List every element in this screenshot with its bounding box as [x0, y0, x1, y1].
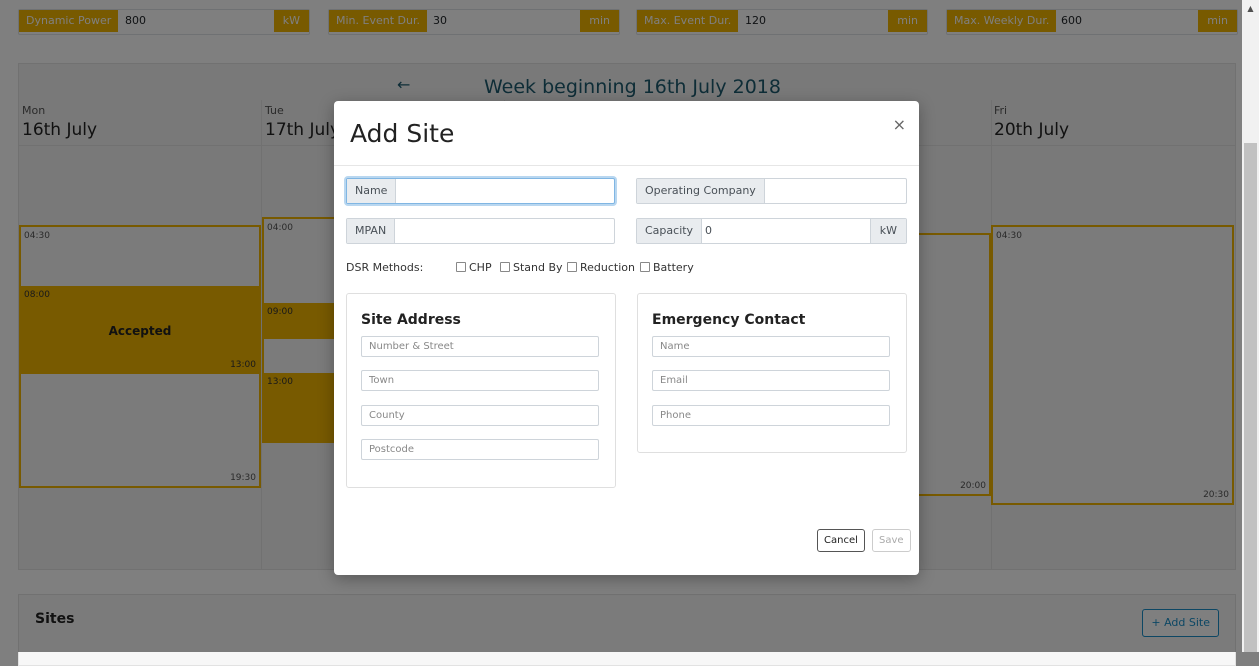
battery-checkbox[interactable]	[640, 262, 650, 272]
county-input[interactable]: County	[361, 405, 599, 426]
modal-title: Add Site	[350, 119, 455, 148]
reduction-label: Reduction	[580, 261, 635, 274]
town-placeholder: Town	[369, 375, 395, 386]
scrollbar[interactable]: ▲	[1242, 0, 1259, 652]
battery-label: Battery	[653, 261, 694, 274]
capacity-unit: kW	[869, 219, 906, 243]
site-address-panel: Site Address Number & Street Town County…	[346, 293, 616, 488]
contact-name-input[interactable]: Name	[652, 336, 890, 357]
contact-email-input[interactable]: Email	[652, 370, 890, 391]
operating-company-input[interactable]	[765, 179, 904, 203]
contact-phone-placeholder: Phone	[660, 410, 691, 421]
name-input-group: Name	[346, 178, 615, 204]
emergency-contact-title: Emergency Contact	[652, 312, 806, 328]
cancel-button[interactable]: Cancel	[817, 529, 865, 552]
county-placeholder: County	[369, 410, 405, 421]
postcode-input[interactable]: Postcode	[361, 439, 599, 460]
name-label: Name	[347, 179, 397, 203]
contact-name-placeholder: Name	[660, 341, 690, 352]
chp-checkbox[interactable]	[456, 262, 466, 272]
operating-company-label: Operating Company	[637, 179, 765, 203]
street-input[interactable]: Number & Street	[361, 336, 599, 357]
mpan-input-group: MPAN	[346, 218, 615, 244]
postcode-placeholder: Postcode	[369, 444, 415, 455]
chp-label: CHP	[469, 261, 492, 274]
save-button[interactable]: Save	[872, 529, 911, 552]
scrollbar-thumb[interactable]	[1244, 143, 1257, 652]
capacity-input[interactable]: 0	[705, 219, 712, 243]
scroll-up-arrow-icon[interactable]: ▲	[1242, 0, 1259, 17]
operating-company-input-group: Operating Company	[636, 178, 907, 204]
town-input[interactable]: Town	[361, 370, 599, 391]
mpan-input[interactable]	[403, 219, 612, 243]
stand-by-checkbox[interactable]	[500, 262, 510, 272]
divider	[334, 165, 919, 166]
mpan-label: MPAN	[347, 219, 396, 243]
contact-email-placeholder: Email	[660, 375, 688, 386]
name-input[interactable]	[402, 179, 612, 203]
street-placeholder: Number & Street	[369, 341, 454, 352]
capacity-input-group: Capacity 0 kW	[636, 218, 907, 244]
site-address-title: Site Address	[361, 312, 461, 328]
contact-phone-input[interactable]: Phone	[652, 405, 890, 426]
reduction-checkbox[interactable]	[567, 262, 577, 272]
stand-by-label: Stand By	[513, 261, 563, 274]
dsr-methods-label: DSR Methods:	[346, 261, 424, 274]
add-site-modal: Add Site × Name Operating Company MPAN C…	[334, 101, 919, 575]
close-icon[interactable]: ×	[893, 115, 906, 134]
emergency-contact-panel: Emergency Contact Name Email Phone	[637, 293, 907, 453]
capacity-label: Capacity	[637, 219, 703, 243]
